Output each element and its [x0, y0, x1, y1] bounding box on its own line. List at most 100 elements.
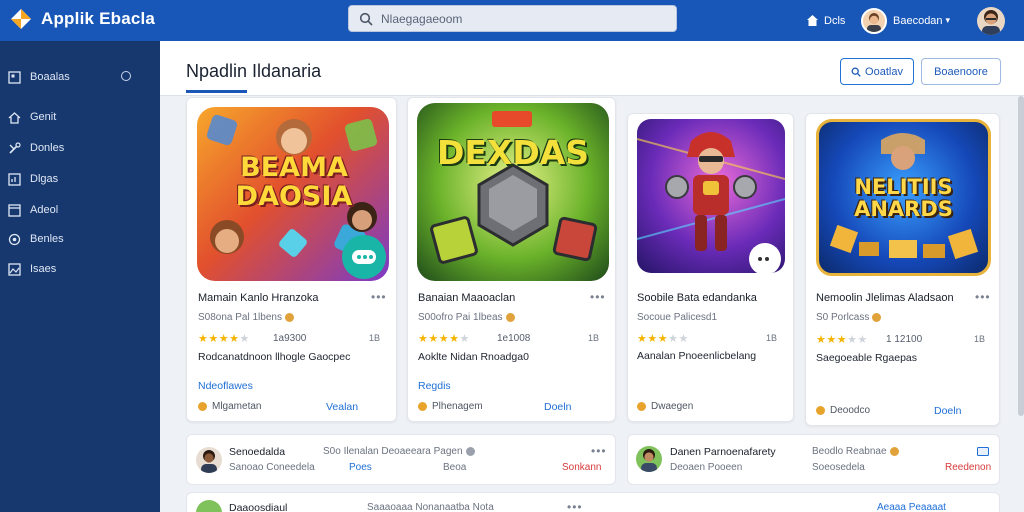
view-button[interactable]: Doeln — [544, 401, 571, 413]
search-bar[interactable]: Nlaegagaeoom — [348, 5, 677, 32]
game-developer: Mlgametan — [198, 401, 261, 412]
sidebar-item-dlgas[interactable]: Dlgas — [8, 170, 58, 188]
avatar — [636, 446, 662, 472]
game-art: BEAMA DAOSIA — [197, 107, 389, 281]
user-menu[interactable]: Baecodan ▾ — [861, 0, 950, 41]
game-link[interactable]: Regdis — [418, 380, 451, 392]
page-title: Npadlin Ildanaria — [186, 61, 322, 81]
chevron-down-icon: ▾ — [945, 15, 951, 25]
more-options-icon[interactable]: ••• — [567, 500, 583, 512]
page-header: Npadlin Ildanaria Ooatlav Boaenoore — [160, 41, 1024, 96]
coin-icon — [889, 446, 899, 456]
more-options-icon[interactable]: ••• — [591, 444, 607, 458]
row-title[interactable]: Senoedalda — [229, 446, 285, 458]
row-link[interactable]: Aeaaa Peaaaat — [877, 502, 946, 512]
game-size: 1B — [369, 333, 381, 343]
row-meta: Beoa — [443, 462, 467, 473]
sidebar-item-label: Dlgas — [30, 173, 59, 185]
rating-stars: ★★★★★ — [637, 333, 689, 345]
sidebar-item-label: Genit — [30, 111, 57, 123]
sidebar-item-adeol[interactable]: Adeol — [8, 201, 58, 219]
more-options-icon[interactable]: ••• — [590, 290, 606, 304]
info-icon — [465, 446, 475, 456]
app-logo-icon[interactable] — [10, 8, 32, 30]
game-card[interactable]: NELITIIS ANARDS Nemoolin Jlelimas Aladsa… — [805, 113, 1000, 426]
game-name[interactable]: Soobile Bata edandanka — [637, 292, 757, 304]
coin-icon — [872, 312, 882, 322]
row-action-red[interactable]: Sonkann — [562, 462, 601, 473]
row-title[interactable]: Danen Parnoenafarety — [670, 446, 776, 458]
sidebar: Boaalas Genit Donles Dlgas Adeol Benles … — [0, 41, 160, 512]
search-icon — [851, 67, 861, 77]
sidebar-item-label: Isaes — [30, 263, 57, 275]
game-art-title: DEXDAS — [436, 133, 590, 172]
game-art: DEXDAS — [417, 103, 609, 281]
rating-count: 1 12100 — [886, 334, 923, 345]
app-title: Applik Ebacla — [41, 9, 156, 28]
user-avatar — [861, 7, 887, 34]
list-item[interactable]: Danen Parnoenafarety Deoaen Pooeen Beodl… — [627, 434, 1000, 485]
home-label: Dcls — [824, 14, 846, 27]
game-developer: Deoodco — [816, 405, 870, 416]
game-card[interactable]: Soobile Bata edandanka Socoue Palicesd1 … — [627, 113, 794, 422]
row-meta: Soeosedela — [812, 462, 865, 473]
tools-icon — [9, 141, 21, 154]
game-art — [637, 119, 785, 273]
game-art-title: NELITIIS ANARDS — [854, 175, 953, 221]
game-size: 1B — [974, 334, 986, 344]
sidebar-item-benles[interactable]: Benles — [8, 230, 64, 248]
game-art-title: BEAMA DAOSIA — [235, 152, 353, 212]
row-subtitle: Deoaen Pooeen — [670, 462, 743, 473]
primary-action-button[interactable]: Ooatlav — [840, 58, 914, 85]
message-icon[interactable] — [977, 447, 989, 456]
list-item[interactable]: Senoedalda Sanoao Coneedela S0o Ilenalan… — [186, 434, 616, 485]
sidebar-item-genit[interactable]: Genit — [8, 108, 56, 126]
active-tab-indicator — [186, 90, 247, 93]
more-options-icon[interactable]: ••• — [371, 290, 387, 304]
game-description: Rodcanatdnoon llhogle Gaocpec — [198, 351, 351, 363]
game-size: 1B — [588, 333, 600, 343]
game-link[interactable]: Ndeoflawes — [198, 380, 253, 392]
vertical-scrollbar[interactable] — [1018, 96, 1024, 416]
search-icon — [359, 12, 373, 26]
game-description: Saegoeable Rgaepas — [816, 352, 918, 364]
sidebar-item-donles[interactable]: Donles — [8, 139, 64, 157]
user-name: Baecodan — [893, 14, 943, 27]
game-card[interactable]: DEXDAS Banaian Maaoaclan ••• S00ofro Pai… — [407, 97, 616, 422]
row-subtitle: Sanoao Coneedela — [229, 462, 315, 473]
list-item[interactable]: Daaoosdiaul Saaaoaaa Nonanaatba Nota •••… — [186, 492, 1000, 512]
top-bar: Applik Ebacla Nlaegagaeoom Dcls Baecodan… — [0, 0, 1024, 41]
game-description: Aanalan Pnoeenlicbelang — [637, 350, 757, 362]
secondary-action-button[interactable]: Boaenoore — [921, 58, 1001, 85]
coin-icon — [505, 312, 515, 322]
game-name[interactable]: Banaian Maaoaclan — [418, 292, 515, 304]
sidebar-toggle-radio[interactable] — [121, 71, 131, 81]
row-detail: Beodlo Reabnae — [812, 446, 899, 457]
home-link[interactable]: Dcls — [806, 0, 845, 41]
game-card[interactable]: BEAMA DAOSIA Mamain Kanlo Hranzoka ••• S… — [186, 97, 397, 422]
rating-count: 1e1008 — [497, 333, 531, 344]
game-description: Aoklte Nidan Rnoadga0 — [418, 351, 529, 363]
row-title[interactable]: Daaoosdiaul — [229, 502, 287, 512]
rating-stars: ★★★★★ — [418, 333, 470, 345]
game-art: NELITIIS ANARDS — [816, 119, 991, 276]
image-icon — [8, 262, 21, 276]
sidebar-item-boaalas[interactable]: Boaalas — [8, 68, 70, 86]
sidebar-item-label: Boaalas — [30, 71, 70, 83]
sidebar-item-label: Benles — [30, 233, 64, 245]
game-developer: Dwaegen — [637, 401, 693, 412]
rating-count: 1a9300 — [273, 333, 307, 344]
secondary-action-label: Boaenoore — [934, 65, 988, 78]
sidebar-item-isaes[interactable]: Isaes — [8, 260, 56, 278]
row-link[interactable]: Poes — [349, 462, 372, 473]
search-placeholder[interactable]: Nlaegagaeoom — [381, 12, 462, 26]
game-name[interactable]: Nemoolin Jlelimas Aladsaon — [816, 292, 954, 304]
game-name[interactable]: Mamain Kanlo Hranzoka — [198, 292, 318, 304]
coin-icon — [284, 312, 294, 322]
game-subtitle: Socoue Palicesd1 — [637, 312, 718, 323]
more-options-icon[interactable]: ••• — [975, 290, 991, 304]
profile-avatar-button[interactable] — [977, 0, 1005, 41]
view-button[interactable]: Vealan — [326, 401, 358, 413]
row-action-red[interactable]: Reedenon — [945, 462, 991, 473]
view-button[interactable]: Doeln — [934, 405, 961, 417]
